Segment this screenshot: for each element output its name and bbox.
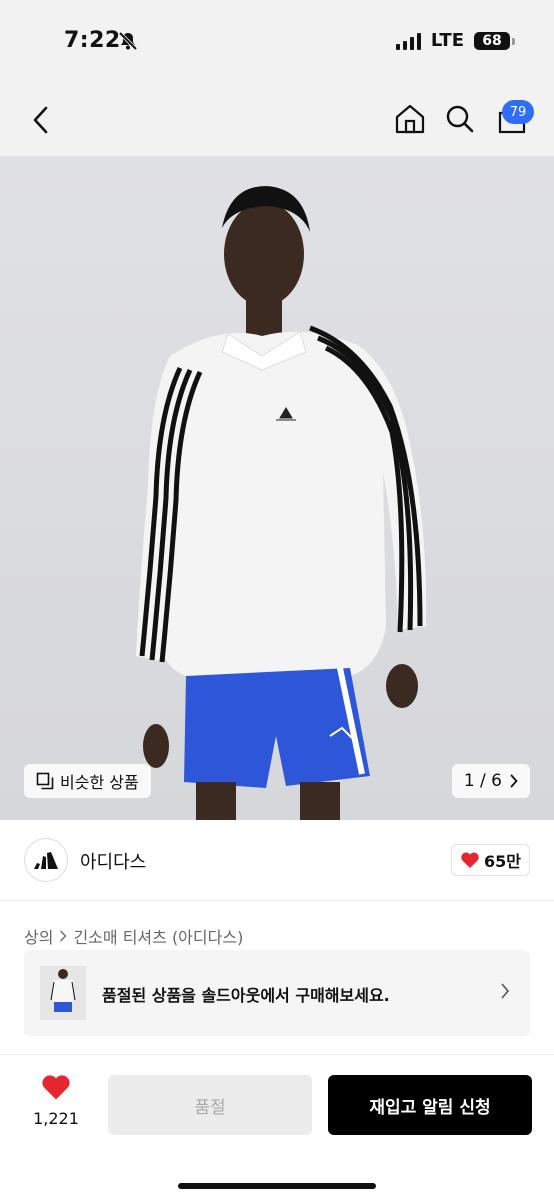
chevron-right-icon [501,983,510,999]
status-time: 7:22 [64,28,121,53]
battery-icon: 68 [474,31,515,50]
breadcrumb-category[interactable]: 상의 [24,924,53,948]
chevron-right-icon [60,930,68,942]
wishlist-count: 1,221 [33,1109,79,1128]
home-button[interactable] [392,100,428,138]
brand-like-count: 65만 [484,852,521,871]
product-photo [136,186,427,820]
search-button[interactable] [442,100,478,138]
status-indicators: LTE 68 [395,30,515,51]
bottom-action-bar: 1,221 품절 재입고 알림 신청 [0,1054,554,1201]
similar-products-label: 비슷한 상품 [60,773,139,792]
chevron-right-icon [510,774,518,788]
adidas-logo-icon [34,852,58,869]
image-page-indicator[interactable]: 1 / 6 [451,764,530,798]
heart-icon [42,1075,70,1100]
banner-thumbnail [40,966,86,1020]
search-icon [446,105,474,133]
brand-name[interactable]: 아디다스 [80,848,146,874]
chevron-left-icon [33,106,48,134]
breadcrumb-subcategory[interactable]: 긴소매 티셔츠 (아디다스) [73,924,243,948]
home-indicator [178,1183,376,1189]
soldout-market-banner[interactable]: 품절된 상품을 솔드아웃에서 구매해보세요. [24,950,530,1036]
status-bar: 7:22 LTE 68 [0,0,554,84]
banner-text: 품절된 상품을 솔드아웃에서 구매해보세요. [102,986,390,1005]
similar-items-icon [36,772,54,790]
network-label: LTE [430,30,464,51]
soldout-button[interactable]: 품절 [108,1075,312,1135]
wishlist-button[interactable]: 1,221 [26,1073,86,1128]
brand-row: 아디다스 65만 [0,820,554,901]
signal-icon [395,32,421,50]
similar-products-button[interactable]: 비슷한 상품 [24,764,151,798]
product-image-carousel[interactable]: 비슷한 상품 1 / 6 [0,156,554,820]
heart-icon [461,852,479,868]
cart-badge: 79 [502,100,534,124]
home-icon [395,104,425,134]
restock-alert-button[interactable]: 재입고 알림 신청 [328,1075,532,1135]
app-header: 79 [0,84,554,156]
page-indicator-text: 1 / 6 [463,771,502,791]
back-button[interactable] [24,102,56,138]
mute-icon [118,31,138,55]
brand-like-button[interactable]: 65만 [451,844,530,876]
brand-logo[interactable] [24,838,68,882]
breadcrumb: 상의 긴소매 티셔츠 (아디다스) [24,924,243,948]
